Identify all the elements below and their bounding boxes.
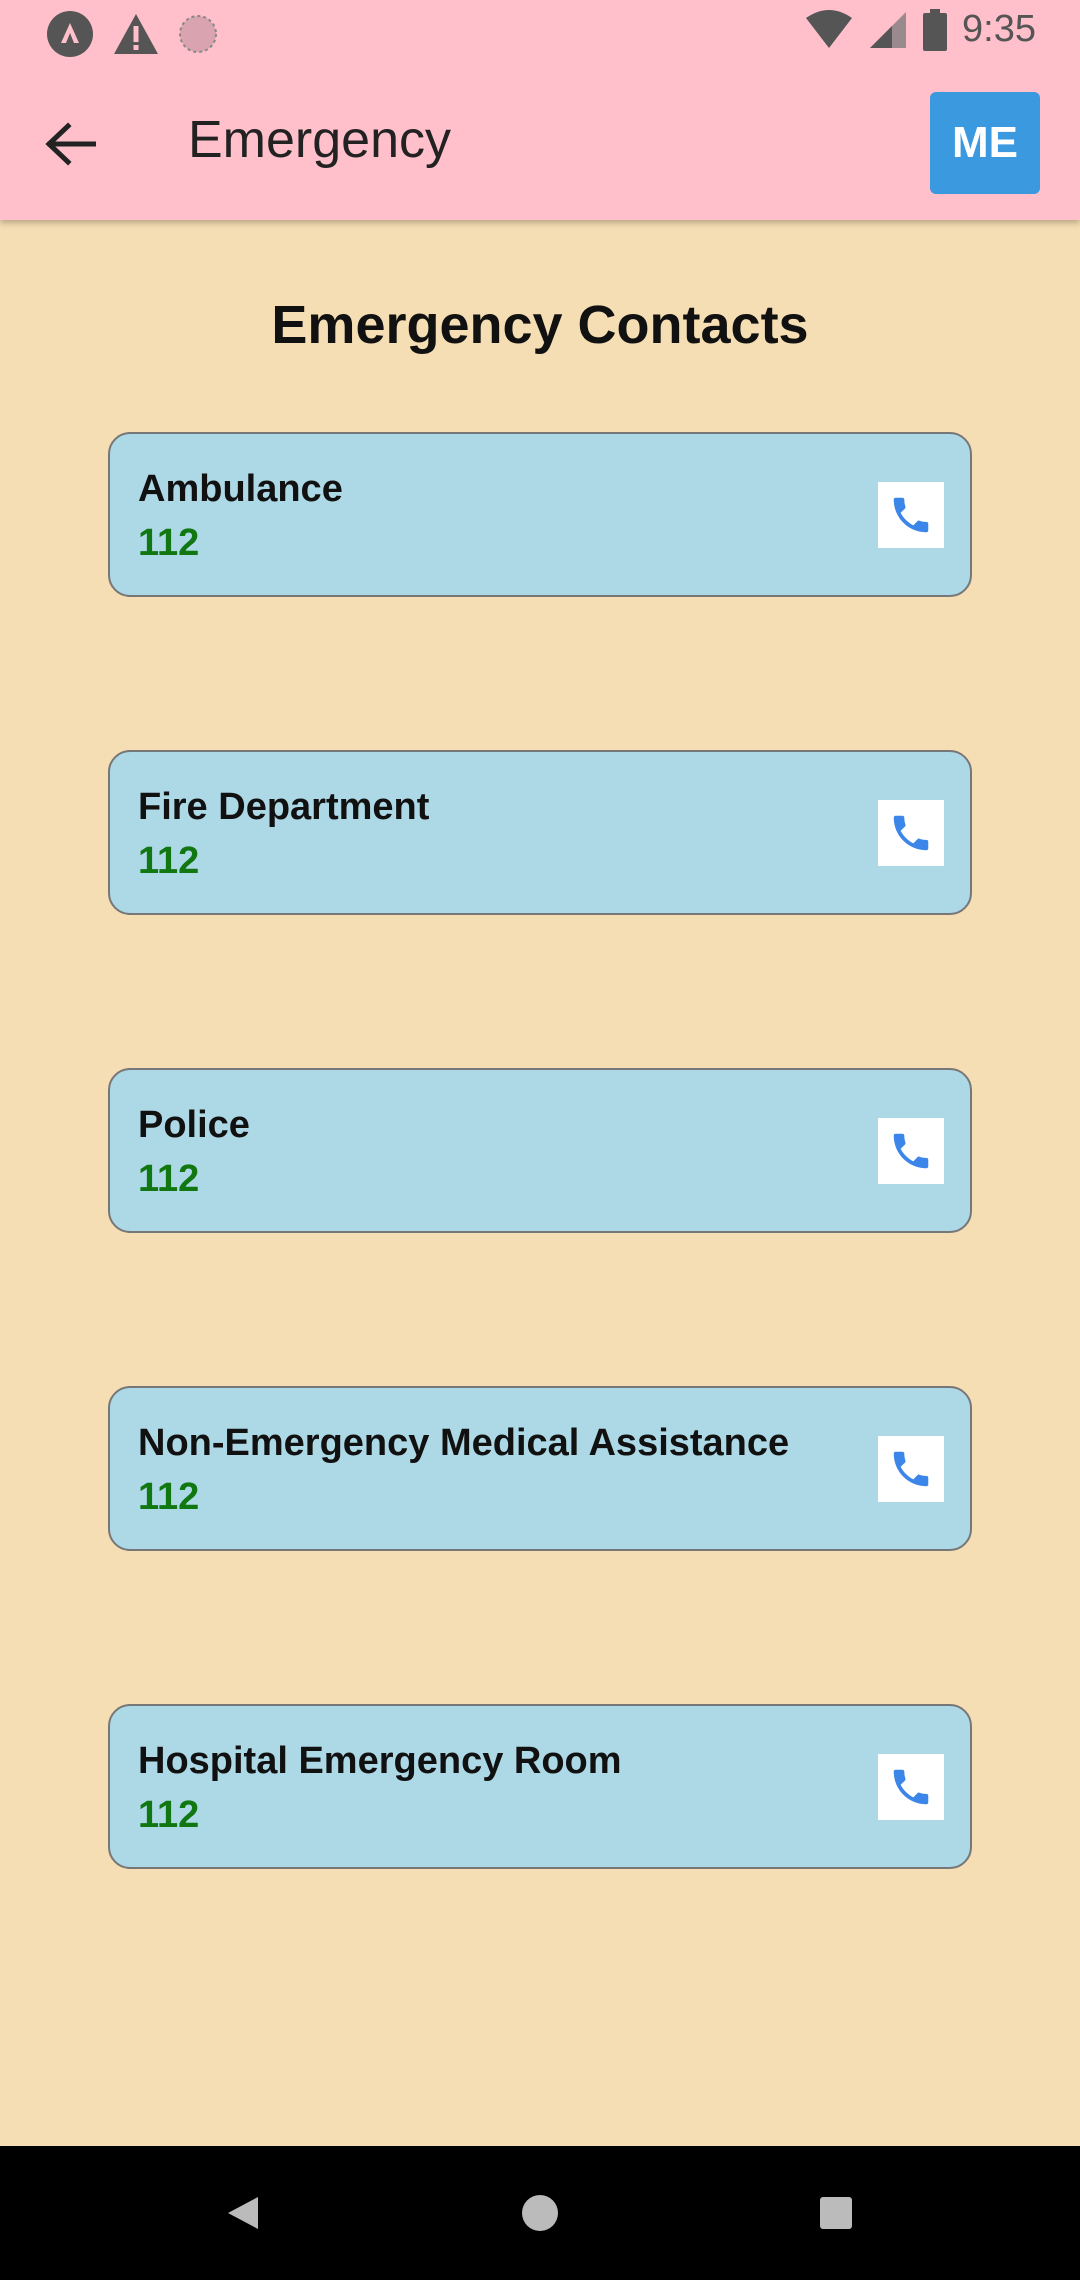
call-button-ambulance[interactable] [878,482,944,548]
loading-icon [179,15,217,53]
phone-icon [893,1451,929,1487]
contact-card-hospital-er: Hospital Emergency Room 112 [108,1704,972,1869]
contact-name: Ambulance [138,468,343,510]
contact-card-fire-department: Fire Department 112 [108,750,972,915]
call-button-police[interactable] [878,1118,944,1184]
home-circle-icon [522,2195,558,2231]
page-heading: Emergency Contacts [271,295,809,355]
system-navigation-bar [0,2146,1080,2280]
phone-icon [893,497,929,533]
back-triangle-icon [228,2197,258,2229]
recents-square-icon [820,2197,852,2229]
call-button-hospital-er[interactable] [878,1754,944,1820]
contact-name: Hospital Emergency Room [138,1740,622,1782]
back-button[interactable] [30,104,110,184]
cell-signal-icon [870,11,907,48]
status-bar: 9:35 [0,0,1080,66]
status-right-icons: 9:35 [804,8,1036,51]
status-time: 9:35 [962,8,1036,50]
arrow-left-icon [45,122,96,166]
wifi-icon [806,9,853,48]
main-content: Emergency Contacts Ambulance 112 Fire De… [0,220,1080,2146]
contact-name: Non-Emergency Medical Assistance [138,1422,790,1464]
warning-icon [114,14,158,54]
contact-card-ambulance: Ambulance 112 [108,432,972,597]
contact-number: 112 [138,1794,200,1836]
top-header: 9:35 Emergency ME [0,0,1080,220]
contact-number: 112 [138,840,200,882]
battery-icon [923,8,948,51]
nav-recents-button[interactable] [804,2181,868,2245]
app-title: Emergency [188,111,451,169]
nav-back-button[interactable] [210,2181,274,2245]
phone-icon [893,815,929,851]
contact-card-police: Police 112 [108,1068,972,1233]
nav-home-button[interactable] [508,2181,572,2245]
contact-card-non-emergency-medical: Non-Emergency Medical Assistance 112 [108,1386,972,1551]
profile-button[interactable]: ME [930,92,1040,194]
app-bar: Emergency ME [0,66,1080,220]
contact-number: 112 [138,1476,200,1518]
call-button-non-emergency-medical[interactable] [878,1436,944,1502]
contact-name: Fire Department [138,786,430,828]
status-left-icons [46,10,218,58]
phone-icon [893,1133,929,1169]
app-notification-icon [47,11,93,57]
contact-name: Police [138,1104,250,1146]
contact-number: 112 [138,1158,200,1200]
phone-icon [893,1769,929,1805]
call-button-fire-department[interactable] [878,800,944,866]
contact-number: 112 [138,522,200,564]
